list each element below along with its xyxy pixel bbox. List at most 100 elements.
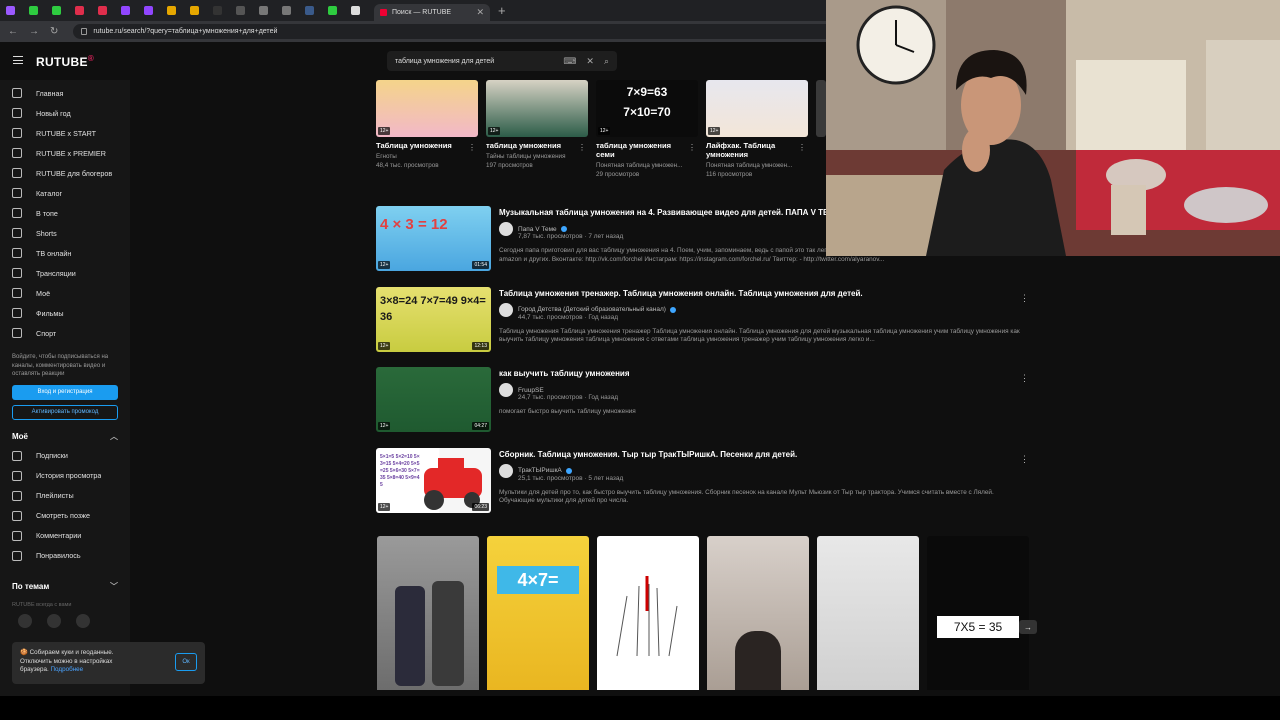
video-card[interactable]: 7×9=63 7×10=70 12+ таблица умножения семи ⋮ П… (596, 80, 698, 178)
sidebar-item[interactable]: Моё (0, 283, 130, 303)
video-card-partial[interactable] (816, 80, 826, 137)
more-options-icon[interactable]: ⋮ (1020, 293, 1029, 304)
channel-name[interactable]: FruupSE (518, 387, 544, 394)
topics-section-header[interactable]: По темам ﹀ (0, 578, 130, 596)
video-title[interactable]: как выучить таблицу умножения (499, 369, 1021, 379)
shorts-next-arrow-icon[interactable]: → (1019, 620, 1037, 634)
sidebar-item[interactable]: Новый год (0, 103, 130, 123)
video-title[interactable]: таблица умножения (486, 141, 574, 150)
url-field[interactable]: rutube.ru/search/?query=таблица+умножени… (73, 24, 834, 39)
short-card[interactable] (817, 536, 919, 690)
pinned-tab-icon[interactable] (29, 6, 38, 15)
channel-name[interactable]: Понятная таблица умножен... (706, 162, 808, 169)
video-thumbnail[interactable]: 12+ (486, 80, 588, 137)
channel-name[interactable]: Понятная таблица умножен... (596, 162, 698, 169)
sidebar-item[interactable]: Спорт (0, 323, 130, 343)
channel-name[interactable]: ТракТЫРишкА (518, 467, 562, 474)
video-card[interactable]: 12+ таблица умножения ⋮ Тайны таблицы умнож… (486, 80, 588, 169)
video-row[interactable]: 3×8=24 7×7=49 9×4=36 12+ 12:13 Таблица умно… (376, 286, 1029, 353)
pinned-tab-icon[interactable] (121, 6, 130, 15)
search-icon[interactable]: ⌕ (604, 56, 609, 67)
short-card[interactable] (707, 536, 809, 690)
cookie-more-link[interactable]: Подробнее (51, 666, 84, 673)
login-button[interactable]: Вход и регистрация (12, 384, 118, 400)
channel-name[interactable]: Папа V Теме (518, 226, 557, 233)
chevron-down-icon[interactable]: ﹀ (110, 581, 118, 592)
pinned-tab-icon[interactable] (144, 6, 153, 15)
short-card[interactable] (377, 536, 479, 690)
video-thumbnail[interactable] (816, 80, 826, 137)
search-input[interactable]: таблица умножения для детей ⌨ ✕ ⌕ (387, 51, 617, 71)
chevron-up-icon[interactable]: ︿ (110, 431, 118, 442)
pinned-tab-icon[interactable] (328, 6, 337, 15)
sidebar-item[interactable]: Плейлисты (0, 486, 130, 506)
pinned-tab-icon[interactable] (167, 6, 176, 15)
mine-section-header[interactable]: Моё ︿ (0, 428, 130, 446)
pinned-tab-icon[interactable] (52, 6, 61, 15)
video-card[interactable]: 12+ Лайфхак. Таблица умножения ⋮ Понятная т… (706, 80, 808, 178)
pinned-tab-icon[interactable] (259, 6, 268, 15)
sidebar-item[interactable]: Смотреть позже (0, 506, 130, 526)
video-thumbnail[interactable]: 12+ (376, 80, 478, 137)
more-options-icon[interactable]: ⋮ (688, 143, 696, 152)
pinned-tab-icon[interactable] (282, 6, 291, 15)
video-thumbnail[interactable]: 7×9=63 7×10=70 12+ (596, 80, 698, 137)
app-logo-icon[interactable] (18, 613, 32, 628)
app-logo-icon[interactable] (47, 613, 61, 628)
video-thumbnail[interactable]: 4 × 3 = 12 12+ 01:54 (376, 206, 491, 271)
video-title[interactable]: Таблица умножения тренажер. Таблица умно… (499, 289, 1021, 299)
video-title[interactable]: таблица умножения семи (596, 141, 684, 159)
video-row[interactable]: 5×1=5 5×2=10 5×3=15 5×4=20 5×5=25 5×6=30… (376, 447, 1029, 514)
sidebar-item[interactable]: Главная (0, 83, 130, 103)
video-row[interactable]: 12+ 04:27 как выучить таблицу умножения Fru… (376, 367, 1029, 433)
sidebar-item[interactable]: RUTUBE x START (0, 123, 130, 143)
pinned-tab-icon[interactable] (75, 6, 84, 15)
reload-icon[interactable]: ↻ (50, 26, 58, 37)
video-thumbnail[interactable]: 3×8=24 7×7=49 9×4=36 12+ 12:13 (376, 286, 491, 352)
sidebar-item[interactable]: RUTUBE x PREMIER (0, 143, 130, 163)
video-thumbnail[interactable]: 12+ (706, 80, 808, 137)
promo-code-button[interactable]: Активировать промокод (12, 404, 118, 420)
clear-search-icon[interactable]: ✕ (586, 56, 594, 67)
pinned-tab-icon[interactable] (6, 6, 15, 15)
video-title[interactable]: Таблица умножения (376, 141, 464, 150)
sidebar-item[interactable]: RUTUBE для блогеров (0, 163, 130, 183)
more-options-icon[interactable]: ⋮ (1020, 373, 1029, 384)
sidebar-item[interactable]: Понравилось (0, 546, 130, 566)
pinned-tab-icon[interactable] (236, 6, 245, 15)
pinned-tab-icon[interactable] (351, 6, 360, 15)
channel-avatar[interactable] (499, 463, 513, 478)
keyboard-icon[interactable]: ⌨ (563, 56, 576, 67)
video-thumbnail[interactable]: 5×1=5 5×2=10 5×3=15 5×4=20 5×5=25 5×6=30… (376, 447, 491, 513)
more-options-icon[interactable]: ⋮ (578, 143, 586, 152)
video-title[interactable]: Сборник. Таблица умножения. Тыр тыр Трак… (499, 450, 1021, 460)
channel-avatar[interactable] (499, 222, 513, 236)
channel-avatar[interactable] (499, 302, 513, 317)
video-card[interactable]: 12+ Таблица умножения ⋮ Егноты 48,4 тыс. про… (376, 80, 478, 169)
channel-name[interactable]: Город Детства (Детский образовательный к… (518, 306, 666, 313)
new-tab-button[interactable]: + (498, 3, 506, 18)
pinned-tab-icon[interactable] (190, 6, 199, 15)
channel-name[interactable]: Егноты (376, 153, 478, 160)
video-thumbnail[interactable]: 12+ 04:27 (376, 367, 491, 432)
forward-icon[interactable]: → (29, 26, 39, 37)
close-tab-icon[interactable]: ✕ (476, 7, 484, 18)
pinned-tab-icon[interactable] (305, 6, 314, 15)
app-logo-icon[interactable] (76, 613, 90, 628)
sidebar-item[interactable]: Подписки (0, 446, 130, 466)
sidebar-item[interactable]: История просмотра (0, 466, 130, 486)
more-options-icon[interactable]: ⋮ (798, 143, 806, 152)
pinned-tab-icon[interactable] (213, 6, 222, 15)
more-options-icon[interactable]: ⋮ (468, 143, 476, 152)
menu-icon[interactable] (13, 56, 23, 64)
sidebar-item[interactable]: Трансляции (0, 263, 130, 283)
sidebar-item[interactable]: В топе (0, 203, 130, 223)
pinned-tab-icon[interactable] (98, 6, 107, 15)
short-card[interactable]: 7X5 = 35 (927, 536, 1029, 690)
channel-name[interactable]: Тайны таблицы умножения (486, 153, 588, 160)
short-card[interactable] (597, 536, 699, 690)
video-title[interactable]: Лайфхак. Таблица умножения (706, 141, 794, 159)
sidebar-item[interactable]: Каталог (0, 183, 130, 203)
back-icon[interactable]: ← (8, 26, 18, 37)
sidebar-item[interactable]: Shorts (0, 223, 130, 243)
